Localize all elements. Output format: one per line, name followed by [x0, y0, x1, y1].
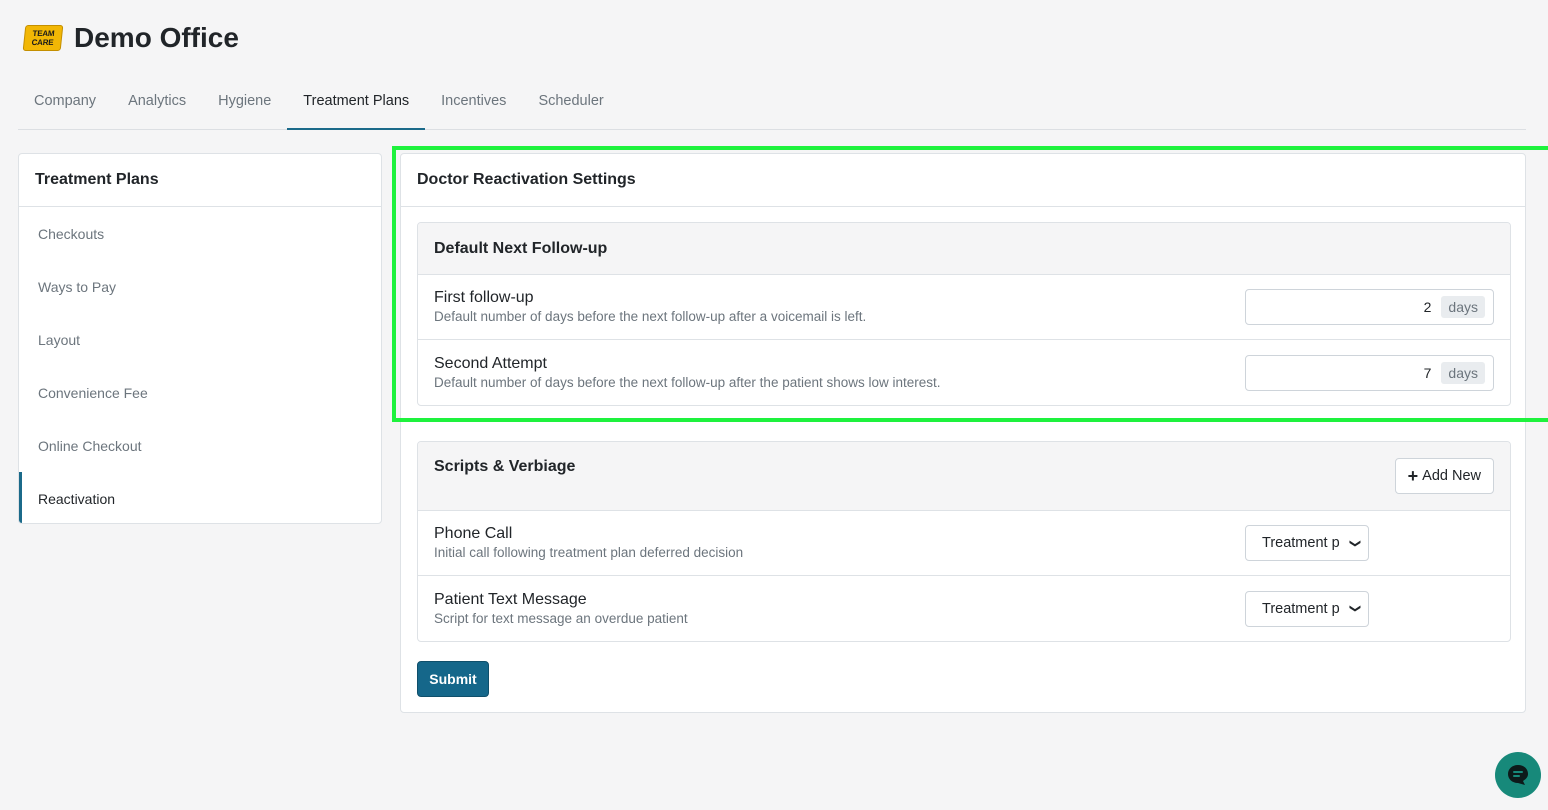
- row-description: Default number of days before the next f…: [434, 309, 867, 324]
- followup-card-header: Default Next Follow-up: [418, 223, 1510, 275]
- tab-analytics[interactable]: Analytics: [112, 84, 202, 130]
- sidebar-item-checkouts[interactable]: Checkouts: [19, 207, 381, 260]
- sidebar-item-ways-to-pay[interactable]: Ways to Pay: [19, 260, 381, 313]
- followup-card-title: Default Next Follow-up: [434, 239, 608, 257]
- list-item: Patient Text Message Script for text mes…: [418, 576, 1510, 641]
- select-value: Treatment p: [1262, 535, 1340, 551]
- sidebar-item-online-checkout[interactable]: Online Checkout: [19, 419, 381, 472]
- plus-icon: +: [1407, 466, 1419, 486]
- sidebar-title: Treatment Plans: [19, 154, 381, 207]
- logo-line-1: TEAM: [32, 29, 55, 38]
- team-care-logo: TEAM CARE: [22, 25, 64, 51]
- page-title: Demo Office: [74, 22, 239, 53]
- tab-hygiene[interactable]: Hygiene: [202, 84, 287, 130]
- tab-incentives[interactable]: Incentives: [425, 84, 522, 130]
- second-attempt-days-field: days: [1245, 354, 1494, 391]
- scripts-card-title: Scripts & Verbiage: [434, 458, 576, 475]
- app-header: TEAM CARE Demo Office: [22, 22, 239, 54]
- chat-button[interactable]: [1495, 752, 1541, 798]
- row-text: Second Attempt Default number of days be…: [434, 354, 941, 392]
- sidebar-item-layout[interactable]: Layout: [19, 313, 381, 366]
- top-tabs: Company Analytics Hygiene Treatment Plan…: [18, 84, 1526, 130]
- first-followup-days-input[interactable]: [1251, 299, 1432, 315]
- row-description: Default number of days before the next f…: [434, 374, 941, 390]
- chat-icon: [1508, 765, 1528, 785]
- row-label: Patient Text Message: [434, 590, 587, 608]
- second-attempt-days-input[interactable]: [1251, 364, 1432, 381]
- tab-treatment-plans[interactable]: Treatment Plans: [287, 84, 426, 130]
- chevron-down-icon: ❯: [1348, 538, 1361, 548]
- select-value: Treatment p: [1262, 600, 1340, 617]
- main-panel-title: Doctor Reactivation Settings: [401, 154, 1525, 207]
- chevron-down-icon: ❯: [1348, 603, 1361, 614]
- row-label: First follow-up: [434, 289, 534, 306]
- logo-line-2: CARE: [31, 38, 54, 47]
- row-description: Initial call following treatment plan de…: [434, 545, 744, 560]
- days-unit-label: days: [1441, 361, 1485, 384]
- scripts-card: Scripts & Verbiage + Add New Phone Call …: [417, 441, 1511, 642]
- first-followup-days-field: days: [1245, 289, 1494, 325]
- list-item: First follow-up Default number of days b…: [418, 275, 1510, 340]
- select-wrapper: Treatment p ❯: [1245, 525, 1494, 561]
- row-text: Patient Text Message Script for text mes…: [434, 590, 688, 628]
- phone-call-script-select[interactable]: Treatment p ❯: [1245, 525, 1369, 561]
- row-text: Phone Call Initial call following treatm…: [434, 524, 743, 562]
- tab-company[interactable]: Company: [18, 84, 112, 130]
- sidebar: Treatment Plans Checkouts Ways to Pay La…: [18, 153, 382, 524]
- list-item: Phone Call Initial call following treatm…: [418, 511, 1510, 576]
- scripts-card-header: Scripts & Verbiage + Add New: [418, 442, 1510, 511]
- row-text: First follow-up Default number of days b…: [434, 288, 866, 326]
- add-new-button[interactable]: + Add New: [1394, 458, 1494, 494]
- row-label: Second Attempt: [434, 354, 547, 372]
- add-new-label: Add New: [1422, 468, 1481, 484]
- tab-scheduler[interactable]: Scheduler: [522, 84, 619, 130]
- main-panel: Doctor Reactivation Settings Default Nex…: [400, 153, 1526, 713]
- days-unit-label: days: [1441, 296, 1485, 318]
- text-message-script-select[interactable]: Treatment p ❯: [1245, 590, 1369, 627]
- sidebar-item-reactivation[interactable]: Reactivation: [19, 472, 381, 523]
- row-label: Phone Call: [434, 525, 513, 542]
- row-description: Script for text message an overdue patie…: [434, 610, 688, 626]
- list-item: Second Attempt Default number of days be…: [418, 340, 1510, 405]
- select-wrapper: Treatment p ❯: [1245, 590, 1494, 627]
- submit-button[interactable]: Submit: [417, 661, 489, 697]
- sidebar-item-convenience-fee[interactable]: Convenience Fee: [19, 366, 381, 419]
- followup-card: Default Next Follow-up First follow-up D…: [417, 222, 1511, 406]
